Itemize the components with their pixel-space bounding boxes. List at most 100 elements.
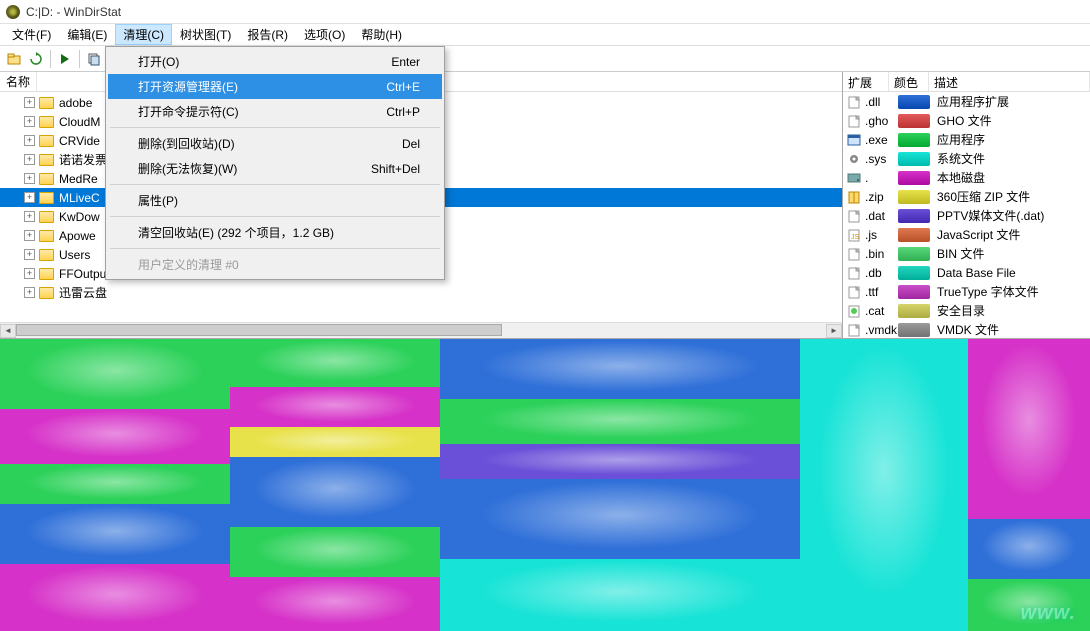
expand-icon[interactable]: + [24, 97, 35, 108]
tree-row[interactable]: +迅雷云盘 [0, 283, 842, 302]
menu-item[interactable]: 删除(到回收站)(D)Del [108, 131, 442, 156]
extension-row[interactable]: .dll应用程序扩展 [843, 92, 1090, 111]
extension-row[interactable]: .sys系统文件 [843, 149, 1090, 168]
menu-报告[interactable]: 报告(R) [239, 24, 296, 45]
treemap-block[interactable] [968, 519, 1090, 579]
treemap-block[interactable] [0, 464, 230, 504]
filetype-icon [846, 170, 862, 186]
color-swatch [898, 152, 930, 166]
treemap-block[interactable] [440, 479, 800, 559]
folder-icon [39, 116, 54, 128]
folder-name: FFOutput [59, 267, 110, 281]
expand-icon[interactable]: + [24, 230, 35, 241]
color-swatch [898, 228, 930, 242]
menu-item[interactable]: 清空回收站(E) (292 个项目，1.2 GB) [108, 220, 442, 245]
color-swatch [898, 247, 930, 261]
scroll-left-button[interactable]: ◄ [0, 324, 16, 338]
extension-name: .db [865, 266, 898, 280]
color-swatch [898, 285, 930, 299]
menu-选项[interactable]: 选项(O) [296, 24, 353, 45]
expand-icon[interactable]: + [24, 173, 35, 184]
scroll-right-button[interactable]: ► [826, 324, 842, 338]
treemap-block[interactable] [0, 564, 230, 631]
scroll-track[interactable] [16, 324, 826, 338]
menu-树状图[interactable]: 树状图(T) [172, 24, 239, 45]
treemap-block[interactable] [230, 457, 440, 527]
treemap-block[interactable] [968, 339, 1090, 519]
color-swatch [898, 266, 930, 280]
open-button[interactable] [4, 49, 24, 69]
color-swatch [898, 304, 930, 318]
treemap-block[interactable] [230, 427, 440, 457]
treemap-block[interactable] [0, 504, 230, 564]
extension-list[interactable]: .dll应用程序扩展.ghoGHO 文件.exe应用程序.sys系统文件.本地磁… [843, 92, 1090, 338]
svg-text:JS: JS [851, 234, 860, 241]
folder-icon [39, 230, 54, 242]
extension-row[interactable]: .binBIN 文件 [843, 244, 1090, 263]
extension-header[interactable]: 扩展 颜色 描述 [843, 72, 1090, 92]
folder-icon [39, 211, 54, 223]
treemap-block[interactable] [440, 444, 800, 479]
expand-icon[interactable]: + [24, 116, 35, 127]
treemap-block[interactable] [0, 409, 230, 464]
menu-item[interactable]: 删除(无法恢复)(W)Shift+Del [108, 156, 442, 181]
expand-icon[interactable]: + [24, 154, 35, 165]
treemap-block[interactable] [230, 387, 440, 427]
treemap-block[interactable] [440, 399, 800, 444]
refresh-button[interactable] [26, 49, 46, 69]
treemap-block[interactable] [0, 339, 230, 409]
ext-col-extension[interactable]: 扩展 [843, 72, 889, 91]
column-name[interactable]: 名称 [0, 72, 37, 92]
extension-row[interactable]: .zip360压缩 ZIP 文件 [843, 187, 1090, 206]
ext-col-description[interactable]: 描述 [929, 72, 1090, 91]
title-bar: C:|D: - WinDirStat [0, 0, 1090, 24]
menu-编辑[interactable]: 编辑(E) [59, 24, 115, 45]
treemap[interactable]: www. [0, 339, 1090, 631]
menu-item[interactable]: 打开(O)Enter [108, 49, 442, 74]
extension-description: 安全目录 [937, 302, 1090, 319]
extension-row[interactable]: .cat安全目录 [843, 301, 1090, 320]
menu-item[interactable]: 打开命令提示符(C)Ctrl+P [108, 99, 442, 124]
extension-row[interactable]: .ttfTrueType 字体文件 [843, 282, 1090, 301]
extension-name: .zip [865, 190, 898, 204]
treemap-block[interactable] [230, 527, 440, 577]
treemap-block[interactable] [440, 559, 800, 631]
folder-icon [39, 287, 54, 299]
extension-row[interactable]: JS.jsJavaScript 文件 [843, 225, 1090, 244]
extension-row[interactable]: .datPPTV媒体文件(.dat) [843, 206, 1090, 225]
menu-清理[interactable]: 清理(C) [115, 24, 172, 45]
folder-icon [39, 249, 54, 261]
menu-item[interactable]: 打开资源管理器(E)Ctrl+E [108, 74, 442, 99]
extension-row[interactable]: .exe应用程序 [843, 130, 1090, 149]
play-button[interactable] [55, 49, 75, 69]
extension-row[interactable]: .ghoGHO 文件 [843, 111, 1090, 130]
expand-icon[interactable]: + [24, 249, 35, 260]
expand-icon[interactable]: + [24, 268, 35, 279]
horizontal-scrollbar[interactable]: ◄ ► [0, 322, 842, 338]
expand-icon[interactable]: + [24, 211, 35, 222]
expand-icon[interactable]: + [24, 192, 35, 203]
extension-row[interactable]: .本地磁盘 [843, 168, 1090, 187]
treemap-block[interactable] [440, 339, 800, 399]
filetype-icon [846, 284, 862, 300]
copy-button[interactable] [84, 49, 104, 69]
color-swatch [898, 209, 930, 223]
menu-文件[interactable]: 文件(F) [4, 24, 59, 45]
treemap-block[interactable] [230, 577, 440, 631]
folder-icon [39, 173, 54, 185]
treemap-block[interactable] [800, 339, 968, 631]
menu-帮助[interactable]: 帮助(H) [353, 24, 410, 45]
folder-icon [39, 154, 54, 166]
treemap-block[interactable] [230, 339, 440, 387]
expand-icon[interactable]: + [24, 287, 35, 298]
extension-row[interactable]: .vmdkVMDK 文件 [843, 320, 1090, 338]
filetype-icon [846, 246, 862, 262]
folder-name: CloudM [59, 115, 100, 129]
menu-item-shortcut: Ctrl+P [386, 105, 420, 119]
scroll-thumb[interactable] [16, 324, 502, 336]
menu-item-label: 删除(到回收站)(D) [138, 135, 235, 152]
menu-item[interactable]: 属性(P) [108, 188, 442, 213]
expand-icon[interactable]: + [24, 135, 35, 146]
ext-col-color[interactable]: 颜色 [889, 72, 929, 91]
extension-row[interactable]: .dbData Base File [843, 263, 1090, 282]
